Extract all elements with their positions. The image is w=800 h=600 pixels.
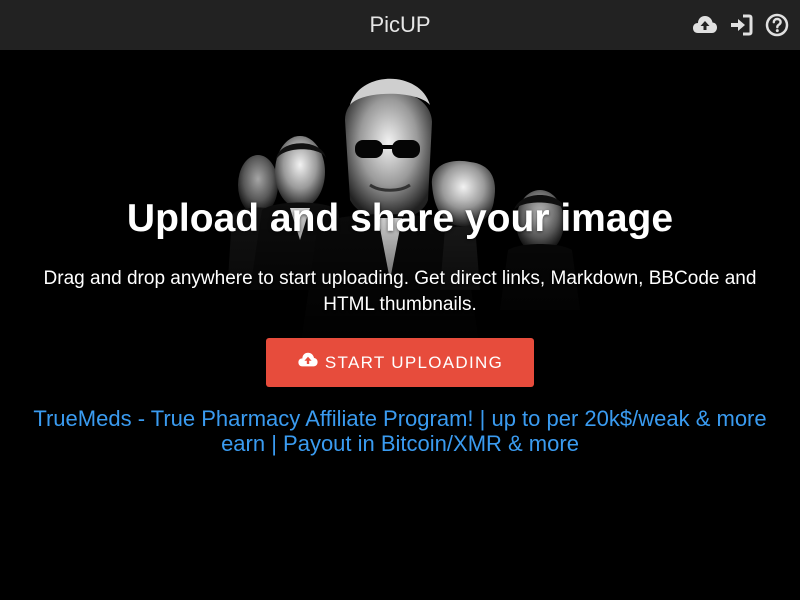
top-bar: PicUP — [0, 0, 800, 50]
start-uploading-button[interactable]: START UPLOADING — [266, 338, 534, 387]
hero-subtitle: Drag and drop anywhere to start uploadin… — [43, 268, 757, 315]
site-logo[interactable]: PicUP — [0, 0, 800, 50]
help-icon[interactable] — [764, 12, 790, 38]
hero-section: Upload and share your image Drag and dro… — [0, 50, 800, 600]
start-uploading-label: START UPLOADING — [324, 352, 504, 372]
cloud-upload-icon — [297, 352, 319, 373]
hero-background-image — [0, 78, 800, 350]
ad-link[interactable]: TrueMeds - True Pharmacy Affiliate Progr… — [20, 406, 780, 456]
cloud-upload-icon[interactable] — [692, 12, 718, 38]
sign-in-icon[interactable] — [728, 12, 754, 38]
hero-headline: Upload and share your image — [126, 197, 674, 240]
top-actions — [692, 12, 790, 38]
